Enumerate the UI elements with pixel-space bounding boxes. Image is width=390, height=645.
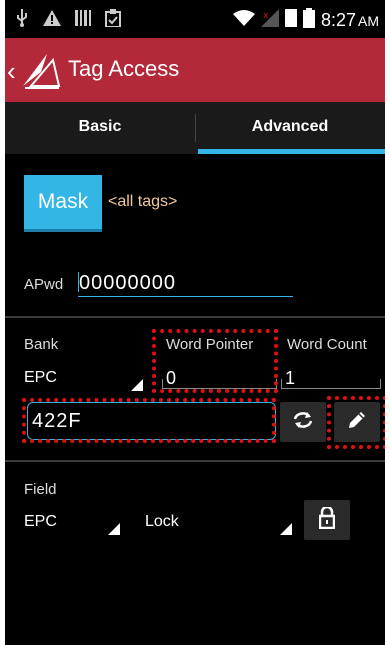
section-divider: [5, 460, 385, 462]
signal-icon: x: [260, 9, 279, 32]
word-pointer-highlight: [152, 329, 278, 393]
bank-spinner[interactable]: EPC: [24, 369, 57, 387]
usb-icon: [15, 9, 29, 32]
word-count-underline: [281, 379, 381, 389]
access-password-input[interactable]: 00000000: [78, 268, 293, 297]
wifi-icon: [232, 9, 255, 32]
mask-button[interactable]: Mask: [24, 175, 102, 229]
word-count-label: Word Count: [287, 336, 367, 353]
field-spinner[interactable]: EPC: [24, 513, 57, 531]
action-dropdown-icon: [280, 523, 292, 535]
bank-label: Bank: [24, 336, 59, 353]
field-label: Field: [24, 481, 57, 498]
bank-dropdown-icon: [131, 379, 143, 391]
field-dropdown-icon: [108, 523, 120, 535]
action-spinner[interactable]: Lock: [145, 513, 179, 531]
barcode-icon: [75, 10, 91, 31]
data-input-highlight: [22, 398, 276, 443]
tab-bar: Basic Advanced: [5, 102, 385, 154]
lock-icon: [318, 505, 336, 534]
device-screen: x 8:27 AM ‹ Tag Access Basic Advanced Ma…: [5, 0, 385, 645]
lock-button[interactable]: [304, 500, 350, 540]
write-button-highlight: [327, 396, 385, 449]
app-logo-icon[interactable]: [21, 50, 61, 90]
access-password-label: APwd: [24, 276, 64, 293]
back-chevron-icon[interactable]: ‹: [7, 56, 16, 87]
clock: 8:27 AM: [320, 10, 379, 30]
tab-advanced[interactable]: Advanced: [195, 102, 385, 154]
clipboard-icon: [105, 9, 121, 32]
warning-icon: [43, 10, 61, 31]
page-title: Tag Access: [68, 56, 180, 81]
svg-text:x: x: [263, 11, 269, 21]
section-divider: [5, 316, 385, 318]
mask-filter-text: <all tags>: [108, 193, 178, 210]
refresh-icon: [292, 411, 314, 434]
app-bar: ‹ Tag Access: [5, 38, 385, 102]
sim-icon: [284, 9, 297, 32]
battery-icon: [302, 8, 315, 33]
read-refresh-button[interactable]: [280, 402, 326, 442]
status-bar: x 8:27 AM: [5, 0, 385, 38]
active-tab-indicator: [198, 149, 385, 154]
access-password-value: 00000000: [79, 272, 176, 294]
tab-basic[interactable]: Basic: [5, 102, 195, 154]
